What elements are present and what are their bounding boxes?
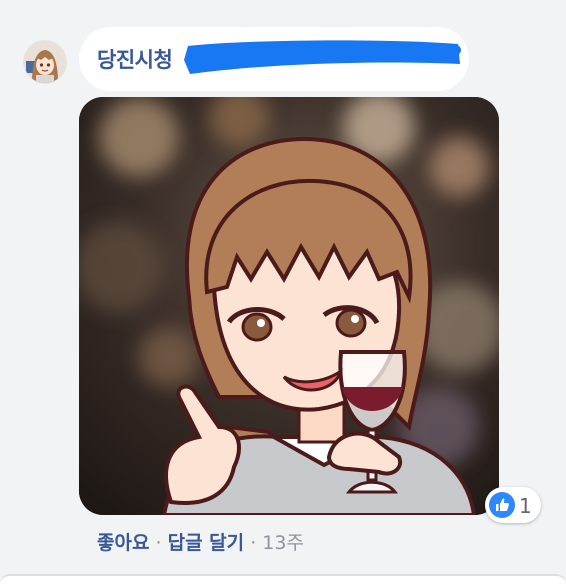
thumbs-up-icon bbox=[489, 492, 515, 518]
commenter-avatar[interactable] bbox=[24, 41, 66, 83]
next-comment-edge bbox=[0, 574, 566, 586]
comment-author-name[interactable]: 당진시청 bbox=[97, 44, 173, 74]
cartoon-girl-with-wine-illustration bbox=[79, 97, 499, 515]
separator-dot: · bbox=[155, 532, 162, 554]
comment-timestamp[interactable]: 13주 bbox=[262, 532, 304, 554]
like-link[interactable]: 좋아요 bbox=[97, 532, 149, 554]
comment-attached-image[interactable] bbox=[79, 97, 499, 515]
reply-link[interactable]: 답글 달기 bbox=[168, 532, 245, 554]
avatar-illustration bbox=[24, 41, 66, 83]
reaction-count: 1 bbox=[519, 494, 532, 518]
comment-action-row: 좋아요 · 답글 달기 · 13주 bbox=[97, 528, 304, 555]
redaction-scribble bbox=[184, 40, 461, 74]
separator-dot: · bbox=[250, 532, 257, 554]
